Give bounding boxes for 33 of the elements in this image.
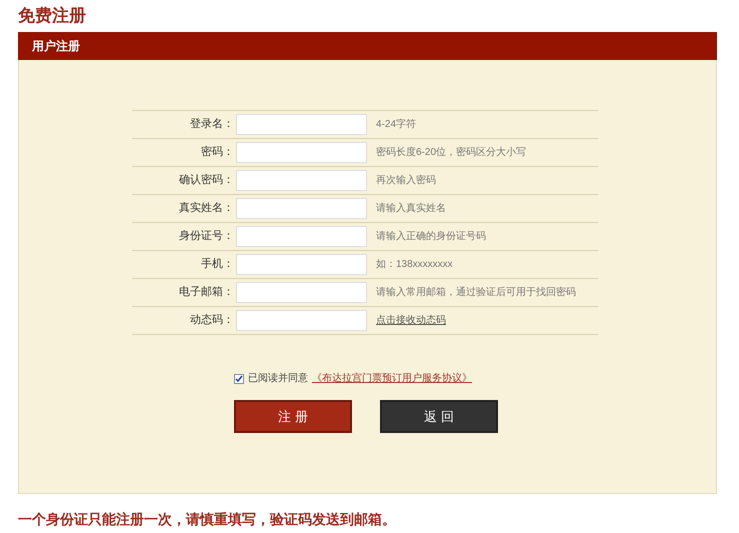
field-label: 身份证号： — [178, 229, 234, 244]
agree-checkbox[interactable] — [234, 374, 244, 384]
field-label: 密码： — [200, 144, 234, 160]
check-icon — [235, 374, 243, 382]
field-hint: 请输入正确的身份证号码 — [376, 230, 486, 244]
field-hint: 如：138xxxxxxxx — [376, 258, 453, 272]
input-field[interactable] — [236, 226, 367, 247]
input-field[interactable] — [236, 114, 367, 135]
back-button[interactable]: 返 回 — [380, 400, 498, 433]
field-label: 登录名： — [189, 117, 234, 132]
agreement-text: 已阅读并同意 — [248, 372, 308, 386]
field-hint: 请输入真实姓名 — [376, 202, 446, 216]
receive-code-link[interactable]: 点击接收动态码 — [376, 313, 446, 328]
input-field[interactable] — [236, 170, 367, 191]
field-hint: 请输入常用邮箱，通过验证后可用于找回密码 — [376, 286, 576, 300]
field-label: 电子邮箱： — [178, 285, 234, 300]
field-hint: 密码长度6-20位，密码区分大小写 — [376, 146, 526, 160]
field-label: 动态码： — [189, 312, 234, 328]
input-field[interactable] — [236, 142, 367, 163]
agreement-link[interactable]: 《布达拉宫门票预订用户服务协议》 — [312, 371, 472, 386]
footer-note: 一个身份证只能注册一次，请慎重填写，验证码发送到邮箱。 — [18, 510, 396, 530]
input-field[interactable] — [236, 310, 367, 331]
field-hint: 再次输入密码 — [376, 174, 436, 188]
input-field[interactable] — [236, 198, 367, 219]
input-field[interactable] — [236, 282, 367, 303]
field-hint: 4-24字符 — [376, 118, 416, 132]
register-button[interactable]: 注 册 — [234, 400, 352, 433]
field-label: 手机： — [200, 257, 234, 272]
page-title: 免费注册 — [18, 5, 86, 28]
input-field[interactable] — [236, 254, 367, 275]
panel-title: 用户注册 — [32, 38, 80, 55]
field-label: 确认密码： — [178, 172, 234, 188]
field-label: 真实姓名： — [178, 200, 234, 216]
